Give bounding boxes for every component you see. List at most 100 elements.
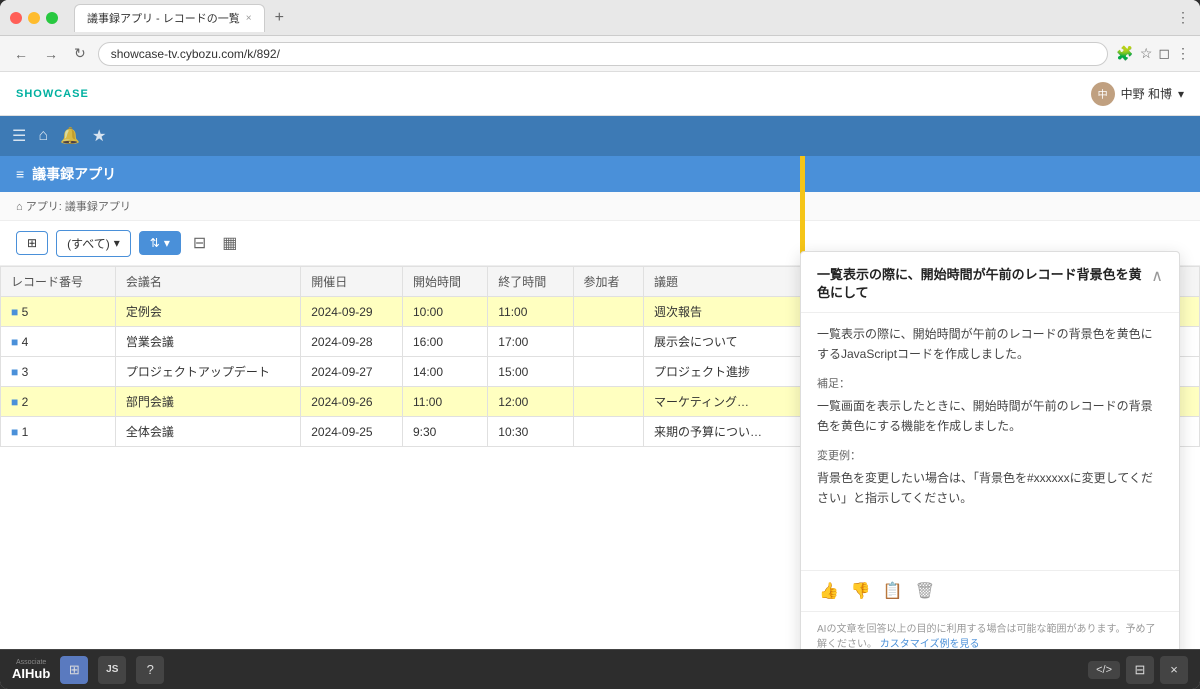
menu-icon[interactable]: ☰ [12,126,26,146]
filter-dropdown-icon: ▾ [114,236,120,250]
showcase-logo: SHOWCASE [16,88,89,100]
user-name: 中野 和博 [1121,85,1172,102]
bell-icon[interactable]: 🔔 [60,126,80,146]
customize-link[interactable]: カスタマイズ例を見る [880,639,980,649]
close-traffic-light[interactable] [10,12,22,24]
cell-3-5 [573,387,643,417]
supplement-text: 一覧画面を表示したときに、開始時間が午前のレコードの背景色を黄色にする機能を作成… [817,397,1163,435]
home-icon[interactable]: ⌂ [38,127,48,145]
forward-button[interactable]: → [40,44,62,64]
panel-description: 一覧表示の際に、開始時間が午前のレコードの背景色を黄色にするJavaScript… [817,325,1163,363]
col-header-date: 開催日 [301,267,403,297]
copy-button[interactable]: 📋 [881,579,905,603]
cell-2-0: ■ 3 [1,357,116,387]
app-header: SHOWCASE 中 中野 和博 ▾ [0,72,1200,116]
user-dropdown-icon[interactable]: ▾ [1178,87,1184,101]
user-avatar: 中 [1091,82,1115,106]
associate-label: Associate [16,659,46,666]
row-indicator: ■ [11,305,18,319]
showcase-logo-text: SHOWCASE [16,88,89,100]
supplement-label: 補足： [817,376,1163,394]
aihub-logo: Associate AIHub [12,659,50,681]
more-options-icon[interactable]: ⋮ [1176,45,1190,62]
cell-1-3: 16:00 [403,327,488,357]
panel-close-button[interactable]: ∧ [1151,266,1163,286]
url-bar[interactable] [98,42,1109,66]
cell-4-0: ■ 1 [1,417,116,447]
panel-change-example: 変更例： 背景色を変更したい場合は、「背景色を#xxxxxxに変更してください」… [817,448,1163,508]
browser-window: 議事録アプリ - レコードの一覧 × + ⋮ ← → ↻ 🧩 ☆ ◻ ⋮ SHO… [0,0,1200,689]
filter-dropdown-button[interactable]: (すべて) ▾ [56,230,131,257]
sort-dropdown-icon: ▾ [164,236,170,250]
new-tab-button[interactable]: + [269,7,290,29]
cell-1-2: 2024-09-28 [301,327,403,357]
row-indicator: ■ [11,395,18,409]
chart-icon-button[interactable]: ▦ [218,229,241,257]
panel-toggle-button[interactable]: ⊟ [1126,656,1154,684]
active-tab[interactable]: 議事録アプリ - レコードの一覧 × [74,4,265,32]
filter-label: (すべて) [67,235,110,252]
home-breadcrumb-icon[interactable]: ⌂ [16,201,23,213]
panel-title: 一覧表示の際に、開始時間が午前のレコード背景色を黄色にして [817,266,1151,302]
cell-4-1: 全体会議 [115,417,300,447]
help-icon-button[interactable]: ? [136,656,164,684]
bottom-close-button[interactable]: × [1160,656,1188,684]
cell-4-5 [573,417,643,447]
extensions-icon[interactable]: 🧩 [1116,45,1133,62]
panel-input-area: AIの文章を回答以上の目的に利用する場合は可能な範囲があります。予め了解ください… [801,611,1179,649]
browser-toolbar: ← → ↻ 🧩 ☆ ◻ ⋮ [0,36,1200,72]
cell-2-6: プロジェクト進捗 [643,357,802,387]
aihub-label: AIHub [12,666,50,681]
col-header-name: 会議名 [115,267,300,297]
cell-2-4: 15:00 [488,357,573,387]
app-content: SHOWCASE 中 中野 和博 ▾ ☰ ⌂ 🔔 ★ ≡ 議事録ア [0,72,1200,649]
star-icon[interactable]: ★ [92,126,106,146]
browser-toolbar-icons: 🧩 ☆ ◻ ⋮ [1116,45,1190,62]
thumbs-down-button[interactable]: 👎 [849,579,873,603]
grid-icon-button[interactable]: ⊞ [60,656,88,684]
cell-2-5 [573,357,643,387]
breadcrumb-text: アプリ: 議事録アプリ [26,201,131,213]
cell-0-1: 定例会 [115,297,300,327]
col-header-end: 終了時間 [488,267,573,297]
sort-button[interactable]: ⇅ ▾ [139,231,181,255]
view-toggle-button[interactable]: ⊞ [16,231,48,255]
refresh-button[interactable]: ↻ [70,43,90,64]
traffic-lights [10,12,58,24]
profile-icon[interactable]: ◻ [1158,45,1170,62]
window-settings-icon[interactable]: ⋮ [1176,9,1190,26]
bottom-bar: Associate AIHub ⊞ JS ? </> ⊟ × [0,649,1200,689]
tab-bar: 議事録アプリ - レコードの一覧 × + [74,4,1168,32]
back-button[interactable]: ← [10,44,32,64]
code-button[interactable]: </> [1088,661,1120,679]
col-header-id: レコード番号 [1,267,116,297]
minimize-traffic-light[interactable] [28,12,40,24]
cell-3-1: 部門会議 [115,387,300,417]
cell-0-2: 2024-09-29 [301,297,403,327]
bookmark-icon[interactable]: ☆ [1140,45,1153,62]
sort-icon: ⇅ [150,236,160,250]
cell-4-3: 9:30 [403,417,488,447]
cell-3-4: 12:00 [488,387,573,417]
cell-2-1: プロジェクトアップデート [115,357,300,387]
cell-4-4: 10:30 [488,417,573,447]
main-area: ≡ 議事録アプリ ⌂ アプリ: 議事録アプリ ⊞ (すべて) ▾ [0,156,1200,649]
app-title-bar: ≡ 議事録アプリ [0,156,1200,192]
cell-2-2: 2024-09-27 [301,357,403,387]
thumbs-up-button[interactable]: 👍 [817,579,841,603]
side-panel: 一覧表示の際に、開始時間が午前のレコード背景色を黄色にして ∧ 一覧表示の際に、… [800,251,1180,649]
filter-icon-button[interactable]: ⊟ [189,229,210,257]
maximize-traffic-light[interactable] [46,12,58,24]
cell-4-2: 2024-09-25 [301,417,403,447]
header-user[interactable]: 中 中野 和博 ▾ [1091,82,1184,106]
row-indicator: ■ [11,365,18,379]
tab-title: 議事録アプリ - レコードの一覧 [87,10,240,26]
cell-1-4: 17:00 [488,327,573,357]
row-indicator: ■ [11,425,18,439]
delete-button[interactable]: 🗑 [913,579,937,603]
js-icon-button[interactable]: JS [98,656,126,684]
window-controls: ⋮ [1176,9,1190,26]
change-label: 変更例： [817,448,1163,466]
cell-1-1: 営業会議 [115,327,300,357]
tab-close-btn[interactable]: × [246,13,252,24]
